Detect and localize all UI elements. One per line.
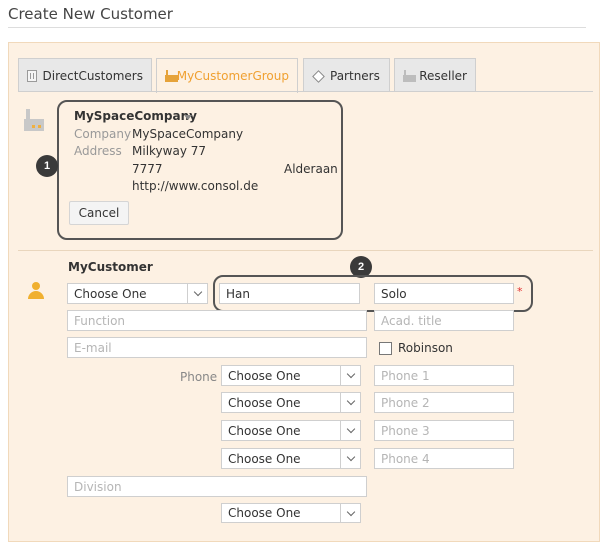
phone-type-select-3[interactable]: Choose One (221, 420, 361, 441)
chevron-down-icon[interactable] (340, 366, 360, 385)
page-title: Create New Customer (8, 5, 173, 23)
factory-icon (403, 69, 417, 82)
bottom-select[interactable]: Choose One (221, 503, 361, 523)
select-value: Choose One (228, 368, 301, 383)
select-value: Choose One (74, 286, 147, 301)
phone-3-field[interactable]: Phone 3 (374, 420, 514, 441)
function-field[interactable]: Function (67, 310, 367, 331)
phone-type-select-2[interactable]: Choose One (221, 392, 361, 413)
tab-label: DirectCustomers (42, 68, 143, 83)
tab-partners[interactable]: Partners (303, 58, 390, 92)
chevron-down-icon[interactable] (340, 449, 360, 468)
building-icon (27, 69, 37, 82)
factory-icon (165, 70, 178, 82)
chevron-down-icon[interactable] (340, 421, 360, 440)
tab-directcustomers[interactable]: DirectCustomers (18, 58, 152, 92)
select-value: Choose One (228, 395, 301, 410)
robinson-checkbox[interactable] (379, 342, 392, 355)
chevron-down-icon[interactable] (187, 284, 207, 303)
company-label: Company (74, 127, 132, 141)
customer-section-title: MyCustomer (68, 260, 153, 274)
address-city: Alderaan (284, 162, 338, 176)
select-value: Choose One (228, 451, 301, 466)
person-icon (28, 282, 44, 300)
tab-label: MyCustomerGroup (176, 69, 289, 83)
title-divider (8, 27, 586, 28)
cancel-button[interactable]: Cancel (69, 201, 129, 225)
tab-label: Reseller (419, 68, 467, 83)
tab-reseller[interactable]: Reseller (394, 58, 476, 92)
division-field[interactable]: Division (67, 476, 367, 497)
company-value: MySpaceCompany (132, 127, 244, 141)
email-field[interactable]: E-mail (67, 337, 367, 358)
diamond-icon (312, 70, 324, 82)
address-street: Milkyway 77 (132, 144, 206, 158)
tab-label: Partners (330, 68, 380, 83)
phone-type-select-4[interactable]: Choose One (221, 448, 361, 469)
company-url[interactable]: http://www.consol.de (132, 179, 258, 193)
chevron-down-icon[interactable] (340, 393, 360, 412)
company-name-dropdown[interactable]: MySpaceCompany (74, 109, 197, 123)
customer-group-tabs: DirectCustomers MyCustomerGroup Partners… (18, 58, 588, 93)
phone-1-field[interactable]: Phone 1 (374, 365, 514, 386)
company-icon (24, 109, 44, 131)
caret-down-icon[interactable] (184, 115, 192, 120)
acad-title-field[interactable]: Acad. title (374, 310, 514, 331)
select-value: Choose One (228, 506, 301, 520)
callout-badge-1: 1 (36, 155, 58, 177)
address-label: Address (74, 144, 122, 158)
section-divider (18, 250, 593, 251)
tab-divider (18, 91, 593, 92)
last-name-field[interactable]: Solo (374, 283, 514, 304)
first-name-field[interactable]: Han (219, 283, 360, 304)
salutation-select[interactable]: Choose One (67, 283, 208, 304)
tab-mycustomergroup[interactable]: MyCustomerGroup (156, 58, 298, 93)
select-value: Choose One (228, 423, 301, 438)
phone-label: Phone (180, 370, 218, 384)
phone-2-field[interactable]: Phone 2 (374, 392, 514, 413)
chevron-down-icon[interactable] (340, 504, 360, 522)
address-zip: 7777 (132, 162, 163, 176)
robinson-checkbox-label: Robinson (398, 341, 453, 355)
required-marker: * (517, 285, 523, 298)
phone-4-field[interactable]: Phone 4 (374, 448, 514, 469)
phone-type-select-1[interactable]: Choose One (221, 365, 361, 386)
